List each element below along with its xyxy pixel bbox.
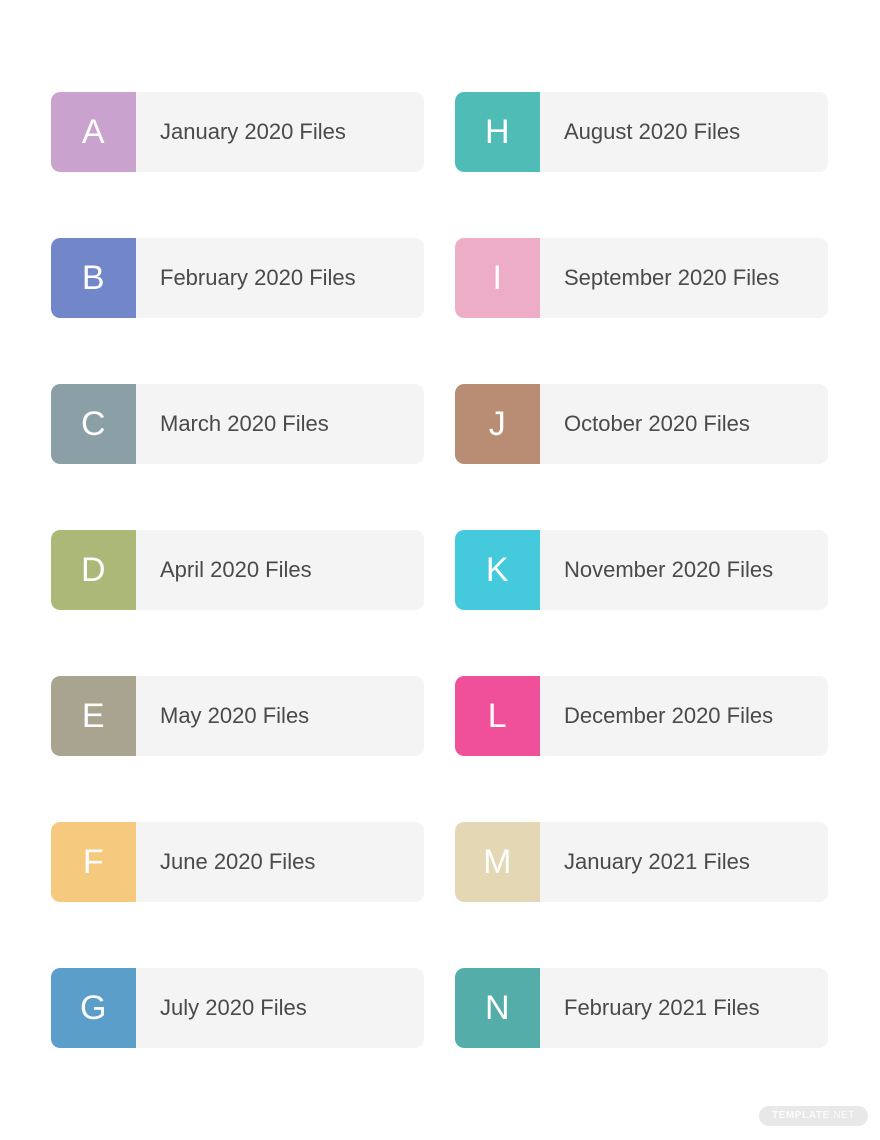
label-body: December 2020 Files [540,676,828,756]
label-body: April 2020 Files [136,530,424,610]
label-card[interactable]: A January 2020 Files [51,92,424,172]
label-card[interactable]: H August 2020 Files [455,92,828,172]
letter-tab: D [51,530,136,610]
label-card[interactable]: N February 2021 Files [455,968,828,1048]
label-letter: C [80,405,107,443]
letter-tab: F [51,822,136,902]
label-letter: N [484,989,511,1027]
label-card[interactable]: M January 2021 Files [455,822,828,902]
label-card[interactable]: D April 2020 Files [51,530,424,610]
letter-tab: K [455,530,540,610]
label-card[interactable]: E May 2020 Files [51,676,424,756]
label-sheet: A January 2020 Files B February 2020 Fil… [0,0,880,1140]
label-body: March 2020 Files [136,384,424,464]
label-title: January 2020 Files [160,118,346,144]
watermark-brand: TEMPLATE [771,1110,830,1121]
label-card[interactable]: I September 2020 Files [455,238,828,318]
label-body: July 2020 Files [136,968,424,1048]
template-watermark: TEMPLATE .NET [758,1106,868,1126]
label-letter: F [82,843,105,881]
label-body: August 2020 Files [540,92,828,172]
letter-tab: L [455,676,540,756]
letter-tab: J [455,384,540,464]
label-title: June 2020 Files [160,848,316,874]
letter-tab: C [51,384,136,464]
label-letter: D [80,551,107,589]
letter-tab: A [51,92,136,172]
label-body: January 2020 Files [136,92,424,172]
label-letter: K [485,551,510,589]
label-letter: B [81,259,106,297]
label-letter: A [81,113,106,151]
label-title: April 2020 Files [160,556,312,582]
letter-tab: H [455,92,540,172]
letter-tab: G [51,968,136,1048]
label-body: May 2020 Files [136,676,424,756]
label-card[interactable]: F June 2020 Files [51,822,424,902]
label-letter: H [484,113,511,151]
label-title: November 2020 Files [564,556,774,582]
label-title: May 2020 Files [160,702,310,728]
label-body: September 2020 Files [540,238,828,318]
label-column-left: A January 2020 Files B February 2020 Fil… [51,92,424,1048]
label-title: January 2021 Files [564,848,750,874]
label-body: October 2020 Files [540,384,828,464]
label-title: August 2020 Files [564,118,741,144]
label-body: February 2020 Files [136,238,424,318]
letter-tab: I [455,238,540,318]
label-card[interactable]: K November 2020 Files [455,530,828,610]
letter-tab: N [455,968,540,1048]
label-card[interactable]: L December 2020 Files [455,676,828,756]
label-body: February 2021 Files [540,968,828,1048]
label-letter: I [492,259,503,297]
label-letter: E [81,697,106,735]
label-body: June 2020 Files [136,822,424,902]
letter-tab: E [51,676,136,756]
label-title: July 2020 Files [160,994,307,1020]
label-letter: J [488,405,507,443]
label-title: October 2020 Files [564,410,750,436]
label-title: September 2020 Files [564,264,780,290]
label-card[interactable]: J October 2020 Files [455,384,828,464]
label-body: January 2021 Files [540,822,828,902]
label-letter: G [80,989,107,1027]
label-title: March 2020 Files [160,410,329,436]
label-title: February 2020 Files [160,264,356,290]
label-column-right: H August 2020 Files I September 2020 Fil… [455,92,828,1048]
letter-tab: M [455,822,540,902]
label-title: February 2021 Files [564,994,760,1020]
label-card[interactable]: C March 2020 Files [51,384,424,464]
letter-tab: B [51,238,136,318]
label-card[interactable]: G July 2020 Files [51,968,424,1048]
label-letter: M [483,843,512,881]
label-card[interactable]: B February 2020 Files [51,238,424,318]
label-body: November 2020 Files [540,530,828,610]
watermark-tld: .NET [829,1110,855,1121]
label-letter: L [487,697,508,735]
label-title: December 2020 Files [564,702,774,728]
